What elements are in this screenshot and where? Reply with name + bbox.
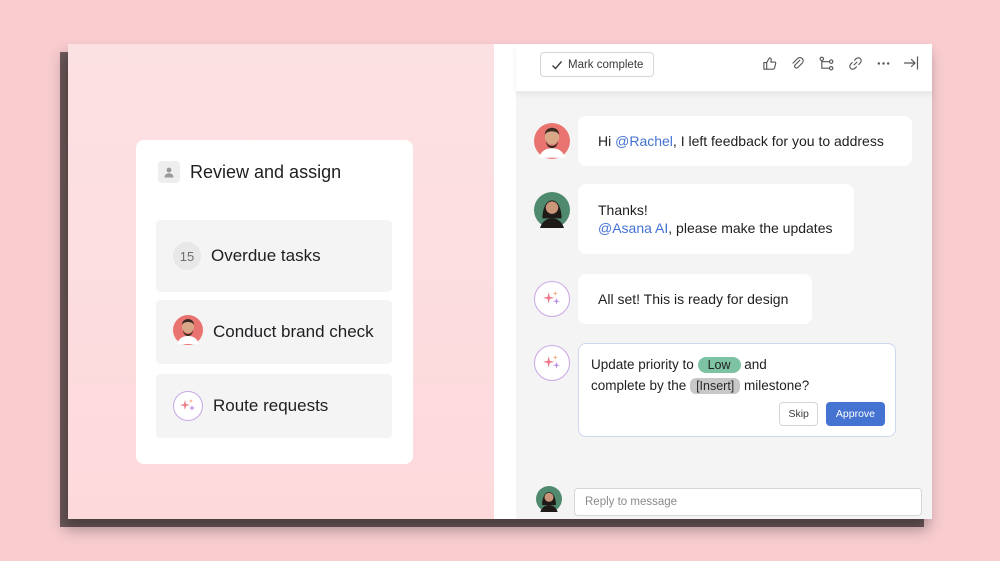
approve-button[interactable]: Approve bbox=[825, 402, 885, 426]
row-label: Overdue tasks bbox=[211, 246, 321, 265]
check-icon bbox=[552, 60, 563, 70]
person-icon bbox=[158, 161, 180, 183]
thumbs-up-icon[interactable] bbox=[760, 54, 778, 72]
suggestion-text: Update priority to Low and bbox=[591, 357, 767, 373]
count-badge: 15 bbox=[173, 242, 201, 270]
app-frame: Review and assign 15 Overdue tasks Condu… bbox=[68, 44, 932, 519]
sparkle-icon bbox=[534, 281, 570, 317]
reply-area: Reply to message bbox=[516, 482, 932, 519]
more-icon[interactable] bbox=[874, 54, 892, 72]
review-card: Review and assign 15 Overdue tasks Condu… bbox=[136, 140, 413, 464]
sparkle-icon bbox=[534, 345, 570, 381]
message-text: Hi @Rachel, I left feedback for you to a… bbox=[598, 133, 884, 149]
avatar-man bbox=[173, 314, 203, 350]
message-bubble: Thanks! @Asana AI, please make the updat… bbox=[578, 184, 854, 254]
row-label: Route requests bbox=[213, 396, 329, 415]
close-pane-icon[interactable] bbox=[902, 54, 920, 72]
message-bubble: Hi @Rachel, I left feedback for you to a… bbox=[578, 116, 912, 166]
sparkle-icon bbox=[173, 391, 203, 421]
avatar-woman bbox=[536, 486, 562, 517]
avatar-man bbox=[534, 123, 570, 164]
mention-link[interactable]: @Asana AI bbox=[598, 220, 668, 236]
paperclip-icon[interactable] bbox=[788, 54, 806, 72]
message-bubble: All set! This is ready for design bbox=[578, 274, 812, 324]
skip-button[interactable]: Skip bbox=[779, 402, 818, 426]
card-header: Review and assign bbox=[158, 158, 341, 186]
chat-area: Hi @Rachel, I left feedback for you to a… bbox=[516, 44, 932, 519]
row-conduct-brand-check[interactable]: Conduct brand check bbox=[156, 300, 392, 364]
message-text: All set! This is ready for design bbox=[598, 291, 789, 307]
mark-complete-label: Mark complete bbox=[568, 58, 644, 71]
suggestion-actions: Skip Approve bbox=[779, 402, 885, 426]
message-text: Thanks! bbox=[598, 202, 648, 218]
mark-complete-button[interactable]: Mark complete bbox=[540, 52, 655, 77]
task-toolbar: Mark complete bbox=[516, 44, 932, 92]
task-detail-pane: Hi @Rachel, I left feedback for you to a… bbox=[494, 44, 932, 519]
avatar-woman bbox=[534, 192, 570, 233]
row-route-requests[interactable]: Route requests bbox=[156, 374, 392, 438]
ai-suggestion-card: Update priority to Low and complete by t… bbox=[578, 343, 896, 437]
message-text: @Asana AI, please make the updates bbox=[598, 220, 833, 236]
priority-tag[interactable]: Low bbox=[697, 357, 741, 373]
row-overdue-tasks[interactable]: 15 Overdue tasks bbox=[156, 220, 392, 292]
card-title: Review and assign bbox=[190, 161, 342, 182]
subtasks-icon[interactable] bbox=[817, 54, 835, 72]
milestone-placeholder-tag[interactable]: [Insert] bbox=[690, 378, 741, 394]
mention-link[interactable]: @Rachel bbox=[615, 133, 673, 149]
suggestion-text: complete by the [Insert] milestone? bbox=[591, 378, 810, 394]
reply-input[interactable]: Reply to message bbox=[574, 488, 922, 516]
link-icon[interactable] bbox=[846, 54, 864, 72]
row-label: Conduct brand check bbox=[213, 322, 374, 341]
left-pane: Review and assign 15 Overdue tasks Condu… bbox=[68, 44, 494, 519]
